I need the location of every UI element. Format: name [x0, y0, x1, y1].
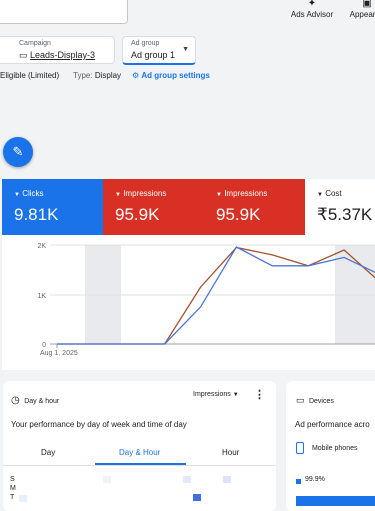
- day-label: T: [10, 494, 15, 501]
- metric-impressions[interactable]: ▼ Impressions 95.9K: [103, 179, 204, 235]
- y-tick-label: 1K: [37, 293, 46, 300]
- metric-impressions-compare[interactable]: ▼ Impressions 95.9K: [204, 179, 305, 235]
- device-legend: Mobile phones: [296, 442, 357, 454]
- appearance-button[interactable]: ▣ Appearan: [340, 0, 375, 19]
- metric-select[interactable]: Impressions ▼: [193, 391, 239, 398]
- metric-clicks[interactable]: ▼ Clicks 9.81K: [2, 179, 103, 235]
- tab-day[interactable]: Day: [41, 448, 55, 457]
- adgroup-settings-link[interactable]: ⚙ Ad group settings: [132, 71, 210, 80]
- legend-label: Mobile phones: [311, 444, 358, 452]
- dropdown-caret-icon: ▼: [14, 192, 20, 198]
- campaign-label: Campaign: [19, 40, 51, 47]
- tab-hour[interactable]: Hour: [222, 448, 239, 457]
- type-label: Type:: [73, 71, 93, 80]
- search-box[interactable]: [0, 0, 128, 24]
- heatmap-cell: [103, 476, 111, 483]
- layout-icon: ▣: [362, 0, 372, 9]
- device-share-bar: [296, 496, 375, 506]
- more-vert-icon[interactable]: ⋮: [254, 388, 265, 401]
- adgroup-value: Ad group 1: [131, 50, 176, 60]
- tab-divider: [3, 465, 276, 466]
- adgroup-selector[interactable]: Ad group Ad group 1 ▼: [122, 36, 196, 65]
- campaign-value: Leads-Display-3: [30, 50, 96, 60]
- adgroup-label: Ad group: [131, 40, 160, 47]
- clock-icon: ◷: [11, 395, 20, 406]
- x-tick-label: Aug 1, 2025: [40, 350, 78, 357]
- devices-icon: ▭: [296, 395, 305, 405]
- chevron-down-icon: ▼: [182, 46, 189, 53]
- metric-label: Impressions: [123, 189, 167, 198]
- devices-card: ▭ Devices Ad performance acro Mobile pho…: [286, 381, 375, 511]
- type-value: Display: [94, 71, 122, 80]
- heatmap-cell: [193, 494, 201, 501]
- heatmap-cell: [183, 476, 191, 483]
- dropdown-caret-icon: ▼: [317, 192, 323, 198]
- status-row: Eligible (Limited): [0, 71, 59, 80]
- card-heading: Ad performance acro: [295, 420, 370, 429]
- dropdown-caret-icon: ▼: [115, 192, 121, 198]
- heatmap-cell: [19, 495, 27, 502]
- adgroup-settings-label: Ad group settings: [141, 71, 210, 80]
- ads-advisor-button[interactable]: ✦ Ads Advisor: [285, 0, 339, 19]
- performance-chart-card: 2K 1K 0 Aug 1, 2025: [2, 235, 375, 370]
- appearance-label: Appearan: [349, 10, 375, 19]
- metric-value: ₹5.37K: [317, 205, 373, 224]
- metric-cost[interactable]: ▼ Cost ₹5.37K: [305, 179, 375, 235]
- day-hour-card: ◷ Day & hour Impressions ▼ ⋮ Your perfor…: [3, 381, 276, 511]
- metric-label: Impressions: [224, 189, 268, 198]
- sparkle-icon: ✦: [307, 0, 317, 9]
- metric-value: 9.81K: [14, 205, 59, 224]
- heatmap-cell: [223, 476, 231, 483]
- metric-label: Clicks: [22, 189, 44, 198]
- tab-day-hour[interactable]: Day & Hour: [119, 448, 160, 457]
- ads-advisor-label: Ads Advisor: [290, 10, 334, 19]
- device-percent: 99.9%: [305, 476, 325, 483]
- metric-value: 95.9K: [216, 205, 261, 224]
- card-heading: Your performance by day of week and time…: [11, 420, 187, 429]
- pencil-icon: ✎: [12, 144, 24, 159]
- y-tick-label: 0: [42, 342, 46, 349]
- day-label: S: [10, 476, 15, 483]
- performance-chart: 2K 1K 0 Aug 1, 2025: [37, 243, 375, 357]
- card-title: Day & hour: [24, 398, 60, 405]
- legend-swatch: [296, 479, 301, 484]
- campaign-icon: ▭: [19, 50, 28, 60]
- dropdown-caret-icon: ▼: [216, 192, 222, 198]
- settings-gear-icon: ⚙: [132, 71, 140, 80]
- metric-label: Cost: [325, 189, 342, 198]
- y-tick-label: 2K: [37, 243, 46, 250]
- metric-select-value: Impressions: [193, 391, 231, 398]
- day-label: M: [10, 485, 16, 492]
- card-title: Devices: [308, 398, 334, 405]
- edit-fab-button[interactable]: ✎: [3, 137, 33, 167]
- eligibility-status: Eligible (Limited): [0, 71, 60, 80]
- campaign-selector[interactable]: Campaign ▭ Leads-Display-3: [0, 36, 115, 64]
- phone-icon: [296, 442, 304, 454]
- metric-value: 95.9K: [115, 205, 160, 224]
- chevron-down-icon: ▼: [232, 392, 239, 398]
